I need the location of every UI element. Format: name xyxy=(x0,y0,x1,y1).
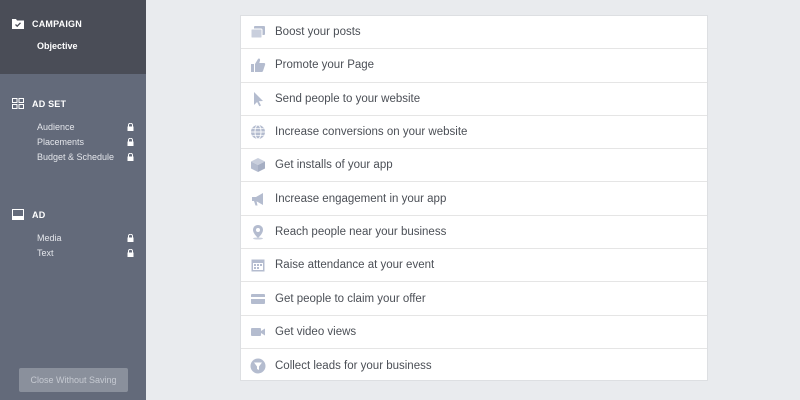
objective-increase-conversions[interactable]: Increase conversions on your website xyxy=(241,116,707,150)
objective-event-attendance[interactable]: Raise attendance at your event xyxy=(241,249,707,283)
sidebar-item-text[interactable]: Text xyxy=(37,248,134,258)
map-pin-icon xyxy=(253,224,263,240)
calendar-icon xyxy=(251,259,265,272)
sidebar-item-label: Objective xyxy=(37,41,78,51)
objective-label: Get people to claim your offer xyxy=(275,292,426,305)
sidebar-item-budget-schedule[interactable]: Budget & Schedule xyxy=(37,152,134,162)
posts-icon xyxy=(250,26,265,39)
objective-app-installs[interactable]: Get installs of your app xyxy=(241,149,707,183)
lock-icon xyxy=(127,234,134,242)
campaign-title: CAMPAIGN xyxy=(32,18,82,29)
globe-icon xyxy=(251,124,265,140)
sidebar-item-label: Text xyxy=(37,248,54,258)
ad-title: AD xyxy=(32,209,46,220)
sidebar-item-placements[interactable]: Placements xyxy=(37,137,134,147)
objective-claim-offer[interactable]: Get people to claim your offer xyxy=(241,282,707,316)
sidebar-item-audience[interactable]: Audience xyxy=(37,122,134,132)
ad-set-header[interactable]: AD SET xyxy=(12,98,66,109)
objective-label: Get video views xyxy=(275,325,357,338)
close-without-saving-button[interactable]: Close Without Saving xyxy=(19,368,128,392)
sidebar-item-label: Audience xyxy=(37,122,75,132)
objective-send-to-website[interactable]: Send people to your website xyxy=(241,83,707,116)
ad-layout-icon xyxy=(12,209,24,220)
funnel-icon xyxy=(250,358,266,374)
box-icon xyxy=(251,158,265,173)
objective-label: Promote your Page xyxy=(275,59,375,72)
sidebar-item-media[interactable]: Media xyxy=(37,233,134,243)
ad-header[interactable]: AD xyxy=(12,209,45,220)
objective-label: Reach people near your business xyxy=(275,225,447,238)
objective-label: Collect leads for your business xyxy=(275,359,432,372)
objective-label: Boost your posts xyxy=(275,26,361,39)
video-camera-icon xyxy=(251,327,265,336)
ticket-icon xyxy=(251,293,265,304)
objective-collect-leads[interactable]: Collect leads for your business xyxy=(241,349,707,382)
folder-check-icon xyxy=(12,19,24,29)
sidebar-item-objective[interactable]: Objective xyxy=(37,41,134,51)
thumbs-up-icon xyxy=(251,58,266,73)
grid-icon xyxy=(12,98,24,109)
objective-label: Increase conversions on your website xyxy=(275,126,468,139)
objective-list: Boost your posts Promote your Page Send … xyxy=(240,15,708,381)
ad-set-title: AD SET xyxy=(32,98,67,109)
objective-reach-nearby[interactable]: Reach people near your business xyxy=(241,216,707,250)
objective-app-engagement[interactable]: Increase engagement in your app xyxy=(241,182,707,216)
megaphone-icon xyxy=(252,192,263,206)
lock-icon xyxy=(127,249,134,257)
lock-icon xyxy=(127,153,134,161)
sidebar-item-label: Budget & Schedule xyxy=(37,152,115,162)
campaign-header[interactable]: CAMPAIGN xyxy=(12,18,82,29)
sidebar-item-label: Placements xyxy=(37,137,85,147)
objective-label: Get installs of your app xyxy=(275,159,393,172)
sidebar: CAMPAIGN Objective AD SET Audience Place… xyxy=(0,0,146,400)
objective-promote-page[interactable]: Promote your Page xyxy=(241,49,707,83)
objective-label: Increase engagement in your app xyxy=(275,192,447,205)
cursor-icon xyxy=(254,91,263,107)
objective-boost-posts[interactable]: Boost your posts xyxy=(241,16,707,50)
lock-icon xyxy=(127,138,134,146)
objective-label: Raise attendance at your event xyxy=(275,259,435,272)
sidebar-item-label: Media xyxy=(37,233,62,243)
objective-label: Send people to your website xyxy=(275,92,421,105)
lock-icon xyxy=(127,123,134,131)
objective-video-views[interactable]: Get video views xyxy=(241,316,707,349)
campaign-section: CAMPAIGN Objective xyxy=(0,0,146,74)
